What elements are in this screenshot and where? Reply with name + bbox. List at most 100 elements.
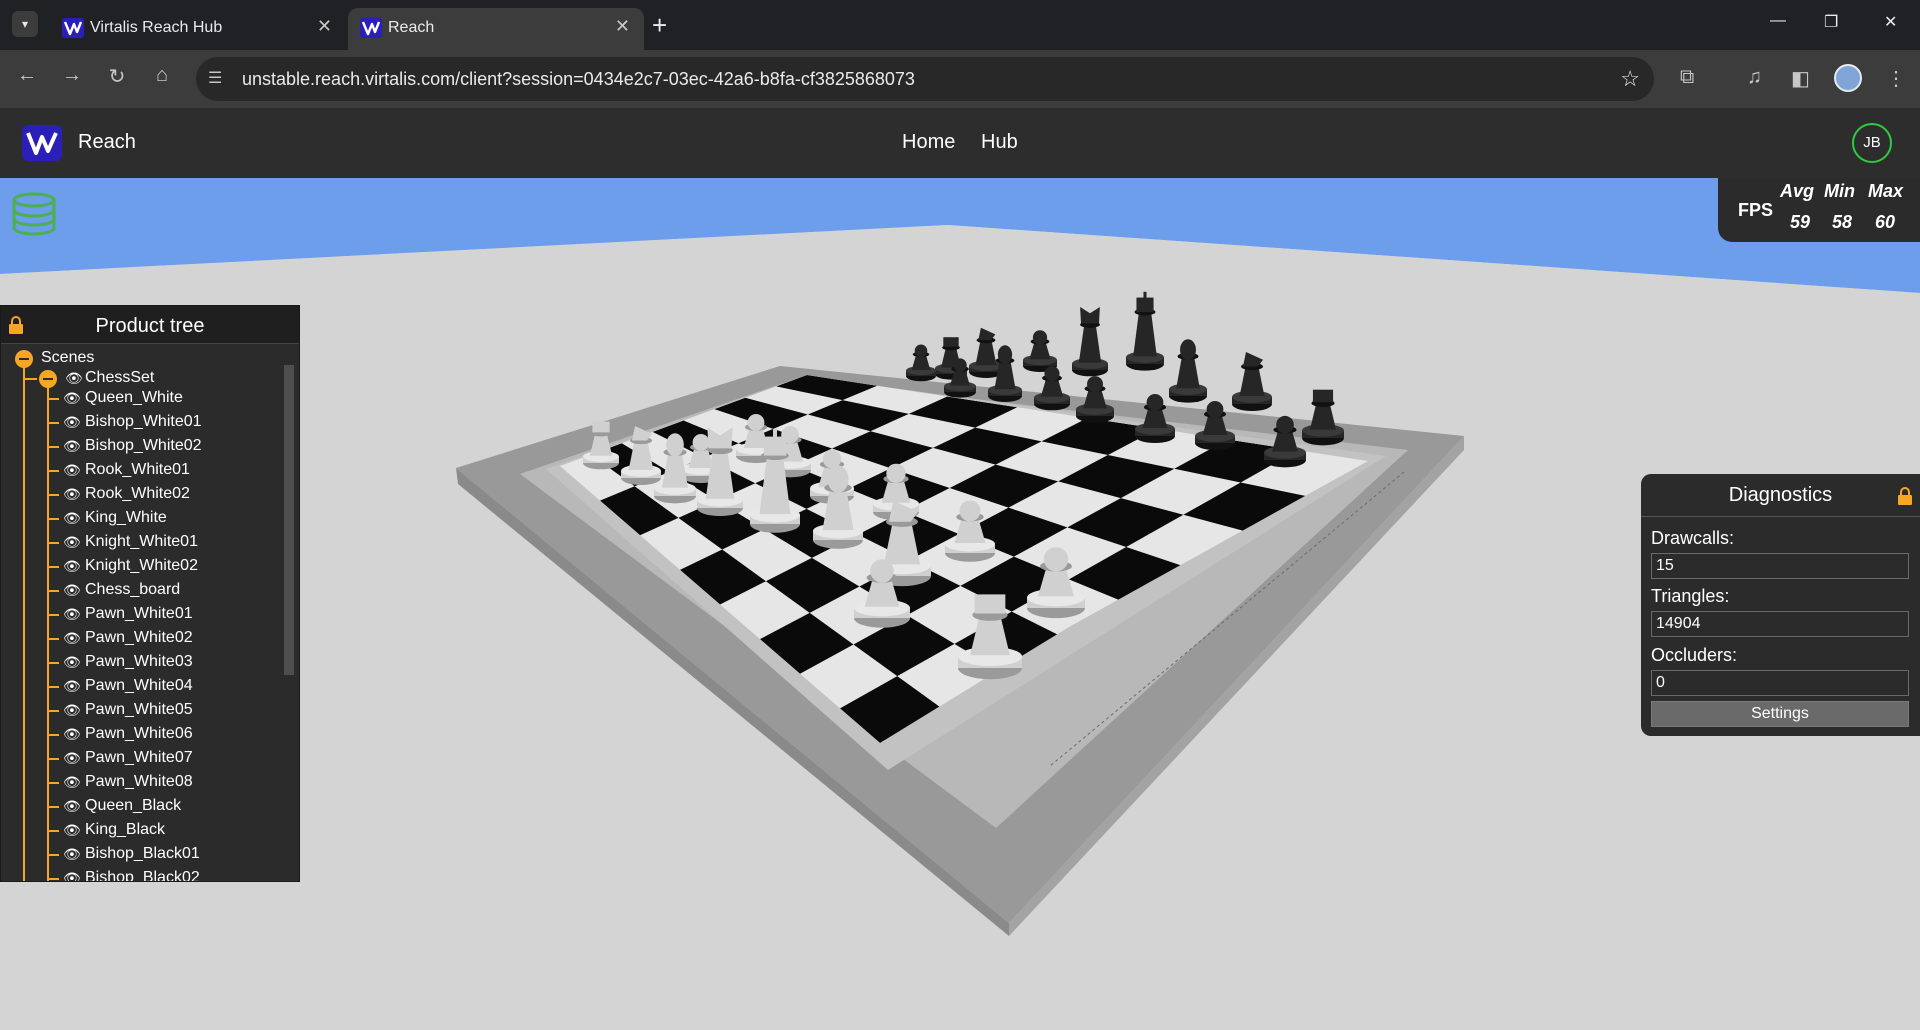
new-tab-button[interactable]: +	[652, 10, 667, 41]
tree-node-label: Rook_White02	[85, 485, 190, 502]
media-controls-icon[interactable]: ♫	[1747, 66, 1762, 89]
fps-max-value: 60	[1875, 212, 1896, 232]
tree-connector	[47, 878, 59, 880]
visibility-eye-icon[interactable]: 👁	[65, 370, 83, 387]
tree-node-label: Bishop_White02	[85, 437, 202, 454]
fps-label: FPS	[1738, 200, 1774, 220]
minimize-icon[interactable]: —	[1770, 12, 1786, 30]
browser-profile-avatar[interactable]	[1834, 64, 1862, 92]
browser-tab-reach[interactable]: Reach ✕	[348, 8, 644, 50]
url-text[interactable]: unstable.reach.virtalis.com/client?sessi…	[242, 69, 915, 90]
browser-tab-hub[interactable]: Virtalis Reach Hub ✕	[50, 8, 346, 50]
tree-connector	[47, 422, 59, 424]
tree-node-label: Chess_board	[85, 581, 181, 598]
address-bar[interactable]: ☰ unstable.reach.virtalis.com/client?ses…	[196, 57, 1654, 101]
collapse-icon[interactable]	[15, 350, 33, 368]
tab-title: Virtalis Reach Hub	[90, 19, 223, 36]
browser-toolbar: ← → ↻ ⌂ ☰ unstable.reach.virtalis.com/cl…	[0, 50, 1920, 108]
visibility-eye-icon[interactable]: 👁	[63, 582, 81, 599]
tree-node-label: Knight_White01	[85, 533, 198, 550]
side-panel-icon[interactable]: ◧	[1791, 66, 1810, 91]
virtalis-logo-icon	[360, 18, 382, 38]
nav-hub-link[interactable]: Hub	[981, 131, 1018, 154]
visibility-eye-icon[interactable]: 👁	[63, 390, 81, 407]
virtalis-logo-icon	[62, 18, 84, 38]
triangles-field[interactable]	[1651, 611, 1909, 637]
divider	[1641, 516, 1920, 517]
tab-search-button[interactable]: ▾	[12, 11, 38, 37]
visibility-eye-icon[interactable]: 👁	[63, 702, 81, 719]
tree-connector	[47, 734, 59, 736]
tree-connector	[47, 830, 59, 832]
visibility-eye-icon[interactable]: 👁	[63, 510, 81, 527]
visibility-eye-icon[interactable]: 👁	[63, 558, 81, 575]
tree-connector	[47, 758, 59, 760]
user-avatar[interactable]: JB	[1852, 123, 1892, 163]
database-icon[interactable]	[10, 190, 58, 238]
tree-node-label: Queen_White	[85, 389, 183, 406]
tree-node-label: Pawn_White06	[85, 725, 193, 742]
forward-icon[interactable]: →	[57, 64, 87, 87]
occluders-label: Occluders:	[1651, 645, 1738, 665]
bookmark-star-icon[interactable]: ☆	[1620, 66, 1640, 92]
tree-node-label: Scenes	[41, 349, 95, 366]
tree-node-label: Pawn_White04	[85, 677, 193, 694]
visibility-eye-icon[interactable]: 👁	[63, 846, 81, 863]
browser-tab-strip: ▾ Virtalis Reach Hub ✕ Reach ✕ + — ❐ ✕	[0, 0, 1920, 50]
visibility-eye-icon[interactable]: 👁	[63, 822, 81, 839]
collapse-icon[interactable]	[39, 370, 57, 388]
tree-node-label: Bishop_Black02	[85, 869, 200, 881]
back-icon[interactable]: ←	[12, 64, 42, 87]
tree-node-label: Pawn_White07	[85, 749, 193, 766]
visibility-eye-icon[interactable]: 👁	[63, 438, 81, 455]
visibility-eye-icon[interactable]: 👁	[63, 414, 81, 431]
visibility-eye-icon[interactable]: 👁	[63, 726, 81, 743]
visibility-eye-icon[interactable]: 👁	[63, 774, 81, 791]
reach-logo-icon[interactable]	[22, 125, 62, 161]
tree-connector	[23, 378, 37, 380]
tree-connector	[47, 494, 59, 496]
tree-node-label: Pawn_White02	[85, 629, 193, 646]
visibility-eye-icon[interactable]: 👁	[63, 798, 81, 815]
browser-menu-icon[interactable]: ⋮	[1886, 66, 1906, 91]
tree-node-label: Knight_White02	[85, 557, 198, 574]
visibility-eye-icon[interactable]: 👁	[63, 750, 81, 767]
close-tab-icon[interactable]: ✕	[317, 16, 332, 37]
settings-button[interactable]: Settings	[1651, 701, 1909, 727]
diagnostics-title: Diagnostics	[1728, 484, 1833, 506]
restore-icon[interactable]: ❐	[1824, 12, 1838, 32]
scrollbar-thumb[interactable]	[284, 365, 294, 675]
3d-viewport[interactable]: FPS Avg Min Max 59 58 60 Product tree Sc…	[0, 178, 1920, 1030]
tree-node-label: Bishop_White01	[85, 413, 202, 430]
extensions-icon[interactable]: ⧉	[1680, 66, 1694, 89]
product-tree-scrollbar[interactable]	[281, 345, 297, 881]
close-tab-icon[interactable]: ✕	[615, 16, 630, 37]
app-header: Reach Home Hub JB	[0, 108, 1920, 178]
visibility-eye-icon[interactable]: 👁	[63, 486, 81, 503]
tree-connector	[47, 686, 59, 688]
diagnostics-panel: Diagnostics Drawcalls: Triangles: Occlud…	[1641, 474, 1920, 736]
drawcalls-field[interactable]	[1651, 553, 1909, 579]
visibility-eye-icon[interactable]: 👁	[63, 654, 81, 671]
reload-icon[interactable]: ↻	[102, 64, 132, 89]
tab-title: Reach	[388, 19, 435, 36]
occluders-field[interactable]	[1651, 670, 1909, 696]
visibility-eye-icon[interactable]: 👁	[63, 630, 81, 647]
tree-node-label: Bishop_Black01	[85, 845, 200, 862]
tree-connector	[23, 359, 25, 881]
product-tree-list[interactable]: Scenes 👁 ChessSet 👁 Queen_White 👁 Bishop_Wh…	[1, 345, 283, 881]
lock-icon[interactable]	[1897, 486, 1913, 506]
visibility-eye-icon[interactable]: 👁	[63, 534, 81, 551]
visibility-eye-icon[interactable]: 👁	[63, 462, 81, 479]
home-icon[interactable]: ⌂	[147, 64, 177, 87]
app-name: Reach	[78, 131, 136, 153]
close-window-icon[interactable]: ✕	[1884, 12, 1897, 32]
nav-home-link[interactable]: Home	[902, 131, 955, 154]
visibility-eye-icon[interactable]: 👁	[63, 678, 81, 695]
site-info-icon[interactable]: ☰	[208, 68, 222, 88]
visibility-eye-icon[interactable]: 👁	[63, 606, 81, 623]
product-tree-title: Product tree	[95, 315, 205, 337]
tree-node-label: Pawn_White03	[85, 653, 193, 670]
visibility-eye-icon[interactable]: 👁	[63, 870, 81, 881]
product-tree-header[interactable]: Product tree	[1, 306, 299, 344]
